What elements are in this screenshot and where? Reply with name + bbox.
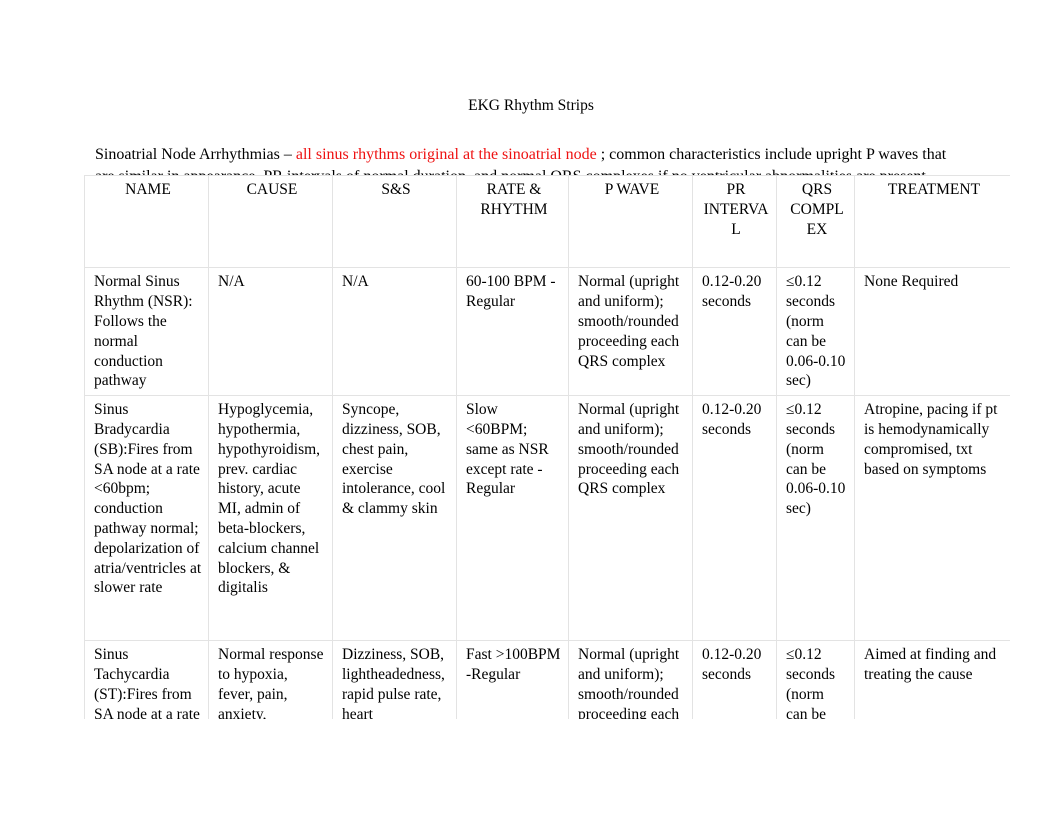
column-header-ss: S&S bbox=[332, 175, 457, 269]
column-header-pr: PR INTERVAL bbox=[692, 175, 777, 269]
rhythm-table-container: NAME CAUSE S&S RATE & RHYTHM P WAVE PR I… bbox=[84, 175, 1010, 719]
cell-cause: N/A bbox=[208, 267, 333, 397]
cell-rate: Slow <60BPM; same as NSR except rate -Re… bbox=[456, 395, 569, 642]
cell-name: Normal Sinus Rhythm (NSR): Follows the n… bbox=[84, 267, 209, 397]
cell-pr: 0.12-0.20 seconds bbox=[692, 395, 777, 642]
table-row: Sinus Tachycardia (ST):Fires from SA nod… bbox=[84, 640, 1010, 719]
page-title: EKG Rhythm Strips bbox=[468, 97, 594, 114]
cell-qrs: ≤0.12 seconds (norm can be 0.06-0.10 sec… bbox=[776, 640, 855, 719]
cell-treatment: Atropine, pacing if pt is hemodynamicall… bbox=[854, 395, 1010, 642]
column-header-treatment: TREATMENT bbox=[854, 175, 1010, 269]
cell-ss: Syncope, dizziness, SOB, chest pain, exe… bbox=[332, 395, 457, 642]
cell-pr: 0.12-0.20 seconds bbox=[692, 640, 777, 719]
rhythm-table: NAME CAUSE S&S RATE & RHYTHM P WAVE PR I… bbox=[84, 175, 1010, 719]
cell-qrs: ≤0.12 seconds (norm can be 0.06-0.10 sec… bbox=[776, 267, 855, 397]
table-header-row: NAME CAUSE S&S RATE & RHYTHM P WAVE PR I… bbox=[84, 175, 1010, 269]
cell-rate: Fast >100BPM -Regular bbox=[456, 640, 569, 719]
intro-lead: Sinoatrial Node Arrhythmias – bbox=[95, 146, 296, 163]
cell-name: Sinus Tachycardia (ST):Fires from SA nod… bbox=[84, 640, 209, 719]
cell-pwave: Normal (upright and uniform); smooth/rou… bbox=[568, 395, 693, 642]
cell-rate: 60-100 BPM -Regular bbox=[456, 267, 569, 397]
table-row: Sinus Bradycardia (SB):Fires from SA nod… bbox=[84, 395, 1010, 642]
cell-pr: 0.12-0.20 seconds bbox=[692, 267, 777, 397]
cell-pwave: Normal (upright and uniform); smooth/rou… bbox=[568, 640, 693, 719]
cell-ss: N/A bbox=[332, 267, 457, 397]
column-header-rate: RATE & RHYTHM bbox=[456, 175, 569, 269]
cell-cause: Hypoglycemia, hypothermia, hypothyroidis… bbox=[208, 395, 333, 642]
intro-highlight: all sinus rhythms original at the sinoat… bbox=[295, 146, 597, 163]
cell-treatment: None Required bbox=[854, 267, 1010, 397]
cell-qrs: ≤0.12 seconds (norm can be 0.06-0.10 sec… bbox=[776, 395, 855, 642]
cell-name: Sinus Bradycardia (SB):Fires from SA nod… bbox=[84, 395, 209, 642]
column-header-pwave: P WAVE bbox=[568, 175, 693, 269]
cell-cause: Normal response to hypoxia, fever, pain,… bbox=[208, 640, 333, 719]
column-header-cause: CAUSE bbox=[208, 175, 333, 269]
column-header-name: NAME bbox=[84, 175, 209, 269]
column-header-qrs: QRS COMPLEX bbox=[776, 175, 855, 269]
cell-pwave: Normal (upright and uniform); smooth/rou… bbox=[568, 267, 693, 397]
table-row: Normal Sinus Rhythm (NSR): Follows the n… bbox=[84, 267, 1010, 397]
cell-ss: Dizziness, SOB, lightheadedness, rapid p… bbox=[332, 640, 457, 719]
cell-treatment: Aimed at finding and treating the cause bbox=[854, 640, 1010, 719]
document-page: EKG Rhythm Strips Sinoatrial Node Arrhyt… bbox=[0, 0, 1062, 822]
